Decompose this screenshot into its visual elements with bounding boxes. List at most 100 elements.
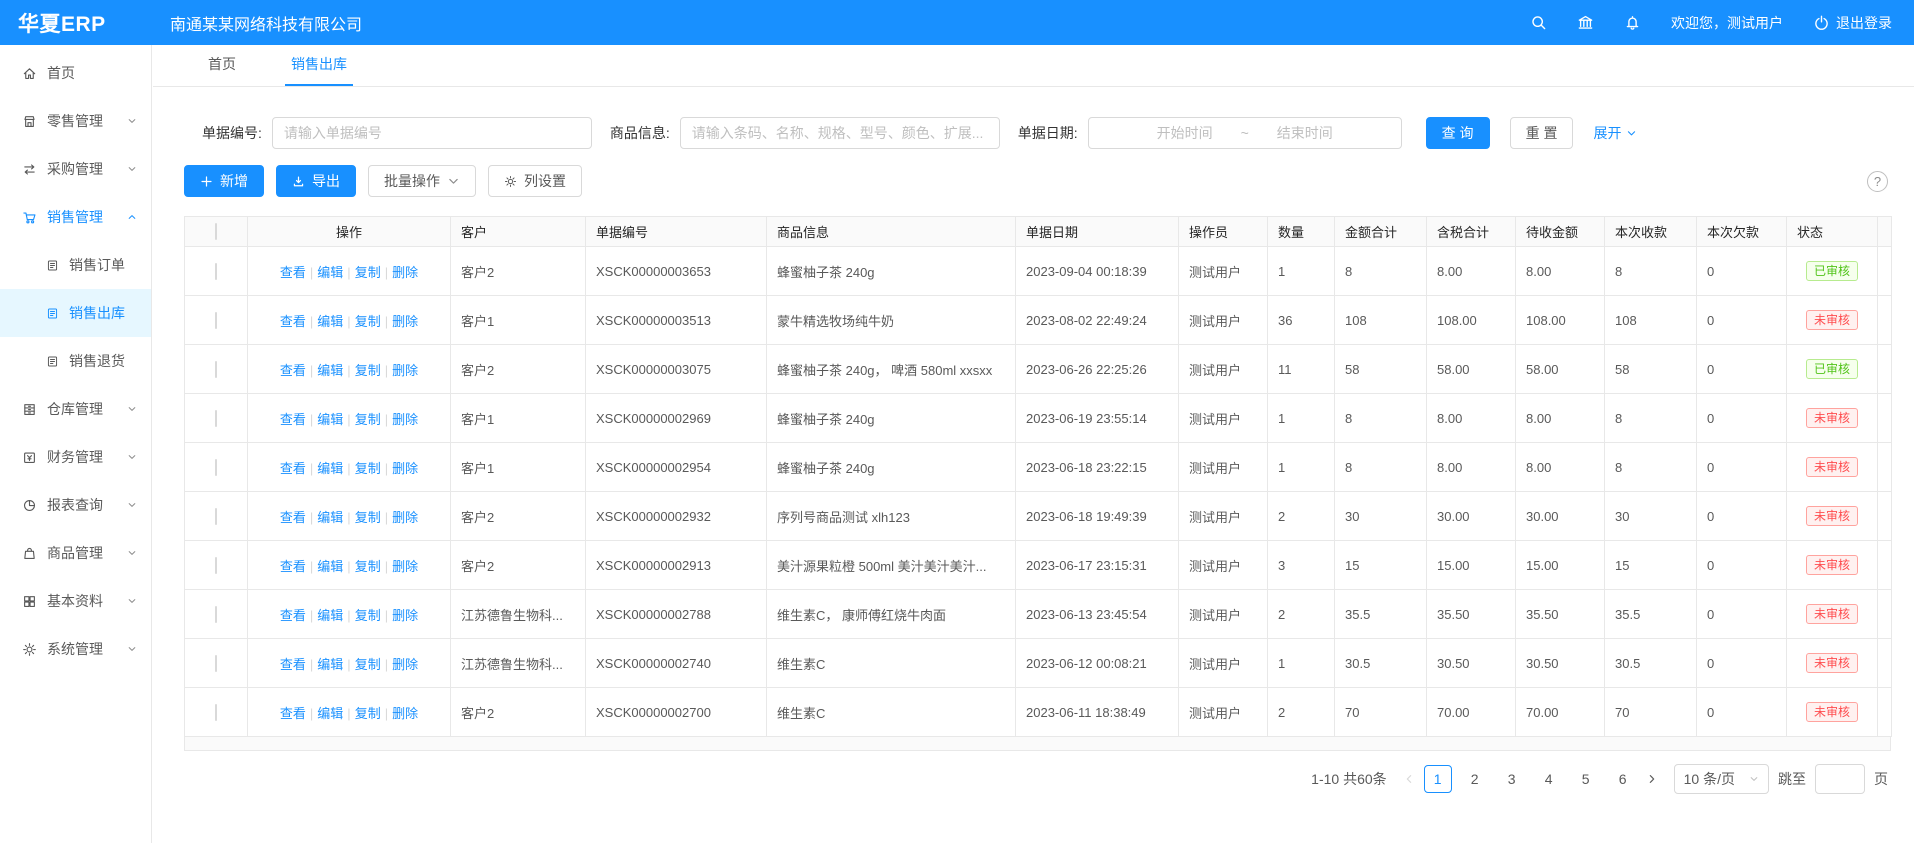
edit-link[interactable]: 编辑 <box>317 461 343 476</box>
batch-actions-button[interactable]: 批量操作 <box>368 165 476 197</box>
logout-button[interactable]: 退出登录 <box>1813 13 1892 33</box>
edit-link[interactable]: 编辑 <box>317 657 343 672</box>
view-link[interactable]: 查看 <box>280 657 306 672</box>
row-checkbox[interactable] <box>215 459 217 476</box>
view-link[interactable]: 查看 <box>280 363 306 378</box>
add-button[interactable]: 新增 <box>184 165 264 197</box>
copy-link[interactable]: 复制 <box>355 657 381 672</box>
sidebar-item-reports[interactable]: 报表查询 <box>0 481 151 529</box>
bill-no-input[interactable] <box>272 117 592 149</box>
delete-link[interactable]: 删除 <box>392 608 418 623</box>
expand-link[interactable]: 展开 <box>1593 123 1637 143</box>
delete-link[interactable]: 删除 <box>392 412 418 427</box>
page-button-1[interactable]: 1 <box>1424 765 1452 793</box>
edit-link[interactable]: 编辑 <box>317 559 343 574</box>
sidebar-item-finance[interactable]: 财务管理 <box>0 433 151 481</box>
action-separator: | <box>347 314 350 329</box>
edit-link[interactable]: 编辑 <box>317 706 343 721</box>
tab-home[interactable]: 首页 <box>208 45 236 86</box>
row-checkbox[interactable] <box>215 410 217 427</box>
delete-link[interactable]: 删除 <box>392 314 418 329</box>
sidebar-item-retail[interactable]: 零售管理 <box>0 97 151 145</box>
page-button-3[interactable]: 3 <box>1498 765 1526 793</box>
delete-link[interactable]: 删除 <box>392 510 418 525</box>
row-checkbox[interactable] <box>215 606 217 623</box>
view-link[interactable]: 查看 <box>280 412 306 427</box>
view-link[interactable]: 查看 <box>280 265 306 280</box>
delete-link[interactable]: 删除 <box>392 706 418 721</box>
copy-link[interactable]: 复制 <box>355 559 381 574</box>
sidebar-item-home[interactable]: 首页 <box>0 49 151 97</box>
view-link[interactable]: 查看 <box>280 314 306 329</box>
tab-sales-outbound[interactable]: 销售出库 <box>291 45 347 86</box>
prev-page-button[interactable] <box>1403 773 1415 785</box>
copy-link[interactable]: 复制 <box>355 412 381 427</box>
sidebar-item-sales-order[interactable]: 销售订单 <box>0 241 151 289</box>
copy-link[interactable]: 复制 <box>355 363 381 378</box>
select-all-checkbox[interactable] <box>215 223 217 240</box>
row-checkbox[interactable] <box>215 655 217 672</box>
copy-link[interactable]: 复制 <box>355 510 381 525</box>
delete-link[interactable]: 删除 <box>392 657 418 672</box>
row-checkbox[interactable] <box>215 361 217 378</box>
action-separator: | <box>347 706 350 721</box>
copy-link[interactable]: 复制 <box>355 608 381 623</box>
copy-link[interactable]: 复制 <box>355 461 381 476</box>
edit-link[interactable]: 编辑 <box>317 363 343 378</box>
help-icon[interactable]: ? <box>1867 171 1888 192</box>
sidebar-item-sales-return[interactable]: 销售退货 <box>0 337 151 385</box>
reset-button[interactable]: 重 置 <box>1510 117 1574 149</box>
product-info-input[interactable] <box>680 117 1000 149</box>
date-range-separator: ~ <box>1241 125 1249 141</box>
cell-amount: 58 <box>1335 345 1427 394</box>
page-size-select[interactable]: 10 条/页 <box>1674 764 1769 794</box>
edit-link[interactable]: 编辑 <box>317 510 343 525</box>
delete-link[interactable]: 删除 <box>392 363 418 378</box>
row-checkbox[interactable] <box>215 263 217 280</box>
sidebar-item-label: 零售管理 <box>47 111 103 131</box>
row-checkbox[interactable] <box>215 312 217 329</box>
row-checkbox[interactable] <box>215 704 217 721</box>
page-button-6[interactable]: 6 <box>1609 765 1637 793</box>
bell-icon[interactable] <box>1624 14 1641 31</box>
search-button[interactable]: 查 询 <box>1426 117 1490 149</box>
delete-link[interactable]: 删除 <box>392 559 418 574</box>
row-checkbox[interactable] <box>215 557 217 574</box>
edit-link[interactable]: 编辑 <box>317 412 343 427</box>
date-range-input[interactable]: 开始时间 ~ 结束时间 <box>1088 117 1402 149</box>
delete-link[interactable]: 删除 <box>392 461 418 476</box>
next-page-button[interactable] <box>1646 773 1658 785</box>
edit-link[interactable]: 编辑 <box>317 265 343 280</box>
copy-link[interactable]: 复制 <box>355 265 381 280</box>
page-button-5[interactable]: 5 <box>1572 765 1600 793</box>
action-separator: | <box>385 363 388 378</box>
copy-link[interactable]: 复制 <box>355 706 381 721</box>
view-link[interactable]: 查看 <box>280 559 306 574</box>
sidebar-item-products[interactable]: 商品管理 <box>0 529 151 577</box>
row-checkbox[interactable] <box>215 508 217 525</box>
column-settings-button[interactable]: 列设置 <box>488 165 582 197</box>
view-link[interactable]: 查看 <box>280 461 306 476</box>
sidebar-item-basic-data[interactable]: 基本资料 <box>0 577 151 625</box>
sidebar-item-system[interactable]: 系统管理 <box>0 625 151 673</box>
cell-tax-amount: 108.00 <box>1427 296 1516 345</box>
view-link[interactable]: 查看 <box>280 608 306 623</box>
search-icon[interactable] <box>1530 14 1547 31</box>
export-button[interactable]: 导出 <box>276 165 356 197</box>
view-link[interactable]: 查看 <box>280 510 306 525</box>
page-button-2[interactable]: 2 <box>1461 765 1489 793</box>
edit-link[interactable]: 编辑 <box>317 608 343 623</box>
bank-icon[interactable] <box>1577 14 1594 31</box>
page-button-4[interactable]: 4 <box>1535 765 1563 793</box>
view-link[interactable]: 查看 <box>280 706 306 721</box>
jump-to-input[interactable] <box>1815 764 1865 794</box>
edit-link[interactable]: 编辑 <box>317 314 343 329</box>
delete-link[interactable]: 删除 <box>392 265 418 280</box>
cell-debt: 0 <box>1697 296 1787 345</box>
power-icon <box>1813 14 1830 31</box>
sidebar-item-purchase[interactable]: 采购管理 <box>0 145 151 193</box>
copy-link[interactable]: 复制 <box>355 314 381 329</box>
sidebar-item-sales[interactable]: 销售管理 <box>0 193 151 241</box>
sidebar-item-warehouse[interactable]: 仓库管理 <box>0 385 151 433</box>
sidebar-item-sales-outbound[interactable]: 销售出库 <box>0 289 151 337</box>
